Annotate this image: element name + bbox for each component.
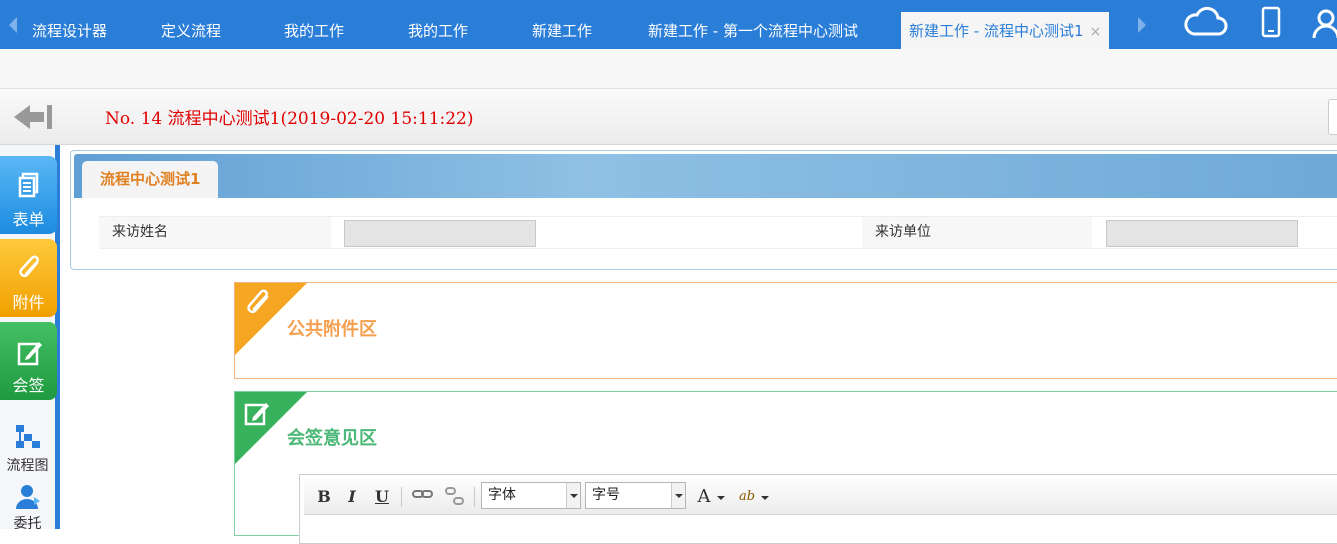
form-tab[interactable]: 流程中心测试1	[82, 161, 219, 198]
paperclip-icon	[19, 255, 39, 278]
font-family-select[interactable]: 字体	[481, 482, 581, 509]
mobile-icon[interactable]	[1260, 4, 1282, 44]
countersign-section: 会签意见区 B I U 字体 字号 A ab	[234, 391, 1337, 544]
tabs-scroll-left-icon[interactable]	[9, 17, 17, 33]
form-row: 来访姓名 来访单位	[99, 216, 1337, 249]
form-icon	[18, 172, 39, 198]
user-icon[interactable]	[1312, 4, 1337, 44]
sidebar-item-delegate[interactable]: 委托	[0, 483, 55, 533]
cloud-icon[interactable]	[1182, 4, 1228, 44]
link-icon[interactable]	[412, 486, 433, 508]
public-attachments-section: 公共附件区	[234, 282, 1337, 379]
sidebar-item-label: 流程图	[6, 458, 49, 474]
close-icon[interactable]: ×	[1090, 24, 1102, 40]
toolbar-divider	[474, 487, 475, 507]
edit-icon	[17, 342, 42, 366]
edit-icon	[243, 398, 273, 432]
sidebar-item-label: 委托	[13, 516, 42, 532]
visitor-name-input[interactable]	[344, 220, 536, 247]
sidebar-item-label: 附件	[12, 293, 45, 312]
tab-new-work-test1-active[interactable]: 新建工作 - 流程中心测试1 ×	[901, 12, 1110, 49]
font-size-select[interactable]: 字号	[585, 482, 686, 509]
font-color-button[interactable]: A	[694, 486, 714, 508]
chevron-down-icon[interactable]	[671, 483, 685, 508]
tab-my-work-2[interactable]: 我的工作	[408, 12, 468, 49]
paperclip-icon	[243, 289, 273, 323]
tab-define-flow[interactable]: 定义流程	[161, 12, 221, 49]
rich-text-editor[interactable]: B I U 字体 字号 A ab	[299, 474, 1337, 544]
attachments-section-title: 公共附件区	[287, 319, 377, 340]
toolbar-divider	[401, 487, 402, 507]
visitor-company-input[interactable]	[1106, 220, 1298, 247]
unlink-icon[interactable]	[444, 486, 464, 508]
tab-new-work[interactable]: 新建工作	[532, 12, 592, 49]
form-card: 流程中心测试1 来访姓名 来访单位	[70, 150, 1337, 270]
tab-my-work-1[interactable]: 我的工作	[284, 12, 344, 49]
sidebar-item-label: 会签	[12, 376, 45, 395]
field-label-visitor-company: 来访单位	[862, 217, 1092, 248]
tab-flow-designer[interactable]: 流程设计器	[32, 12, 107, 49]
underline-button[interactable]: U	[372, 486, 392, 508]
flowchart-icon	[15, 425, 40, 448]
chevron-down-icon[interactable]	[717, 496, 725, 500]
chevron-down-icon[interactable]	[761, 496, 769, 500]
tab-active-label: 新建工作 - 流程中心测试1	[909, 22, 1084, 40]
document-header: No. 14 流程中心测试1(2019-02-20 15:11:22)	[0, 89, 1337, 145]
sidebar-item-countersign[interactable]: 会签	[0, 322, 57, 400]
font-size-label: 字号	[592, 487, 620, 503]
field-label-visitor-name: 来访姓名	[99, 217, 331, 248]
toolbar-strip	[0, 49, 1337, 89]
sidebar-item-flowchart[interactable]: 流程图	[0, 423, 55, 475]
font-family-label: 字体	[488, 487, 516, 503]
left-sidebar: 表单 附件 会签 流程图 委托	[0, 145, 60, 532]
delegate-icon	[15, 485, 40, 509]
tabs-scroll-right-icon[interactable]	[1138, 17, 1146, 33]
top-tab-bar: 流程设计器 定义流程 我的工作 我的工作 新建工作 新建工作 - 第一个流程中心…	[0, 0, 1337, 49]
tab-new-work-first-test[interactable]: 新建工作 - 第一个流程中心测试	[648, 12, 858, 49]
chevron-down-icon[interactable]	[566, 483, 580, 508]
highlight-button[interactable]: ab	[734, 486, 760, 508]
header-action-button[interactable]	[1328, 99, 1337, 135]
form-header: 流程中心测试1	[74, 154, 1337, 198]
italic-button[interactable]: I	[342, 486, 362, 508]
editor-toolbar: B I U 字体 字号 A ab	[304, 479, 1337, 515]
countersign-section-title: 会签意见区	[287, 428, 377, 449]
sidebar-item-label: 表单	[12, 210, 45, 229]
sidebar-item-attachments[interactable]: 附件	[0, 239, 57, 317]
back-arrow-icon[interactable]	[12, 101, 54, 137]
document-title: No. 14 流程中心测试1(2019-02-20 15:11:22)	[105, 109, 474, 129]
bold-button[interactable]: B	[314, 486, 334, 508]
sidebar-item-form[interactable]: 表单	[0, 156, 57, 234]
